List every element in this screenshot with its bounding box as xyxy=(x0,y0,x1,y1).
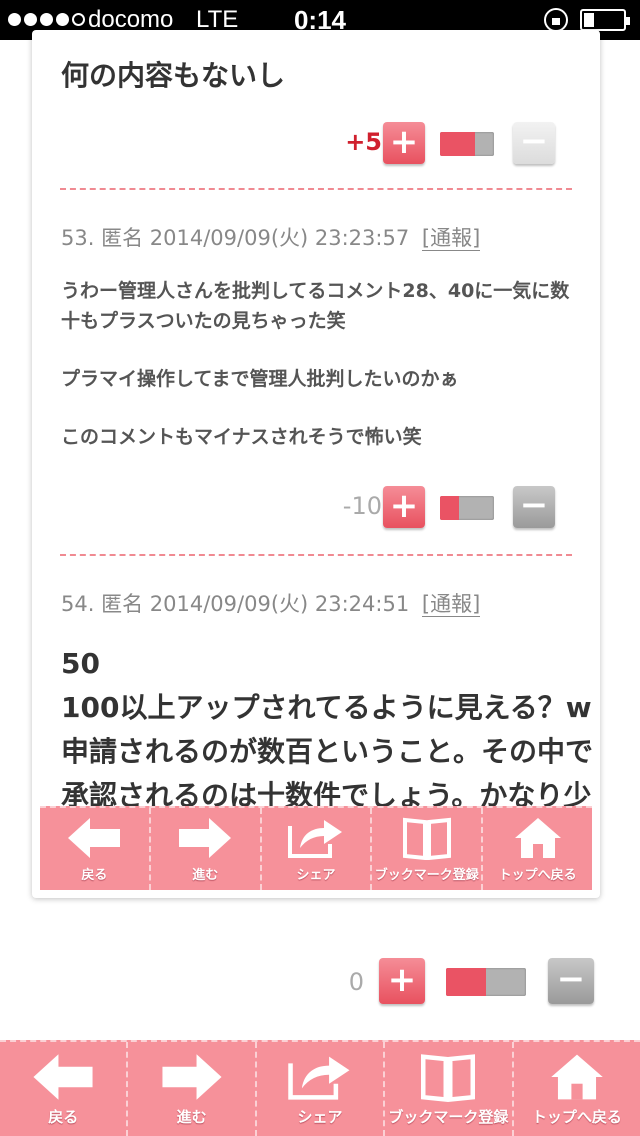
divider xyxy=(60,188,572,190)
minus-icon: − xyxy=(556,959,586,999)
ratio-positive xyxy=(440,132,476,156)
vote-row: -10 + − xyxy=(322,486,562,532)
battery-icon xyxy=(580,9,630,31)
comment-meta: 54. 匿名 2014/09/09(火) 23:24:51 [通報] xyxy=(32,588,481,618)
card-nav-toolbar: 戻る 進む シェア ブックマーク登録 トップへ戻る xyxy=(40,806,592,890)
comment-line: うわー管理人さんを批判してるコメント28、40に一気に数 xyxy=(61,280,570,302)
comment-datetime: 2014/09/09(火) 23:23:57 xyxy=(149,226,410,250)
nav-back-button[interactable]: 戻る xyxy=(0,1042,129,1136)
divider xyxy=(60,554,572,556)
plus-icon: + xyxy=(389,486,419,526)
ratio-positive xyxy=(446,968,486,996)
plus-button[interactable]: + xyxy=(383,122,425,164)
comment-line: 100以上アップされてるように見える？w xyxy=(61,691,592,724)
share-icon xyxy=(288,1056,350,1100)
vote-row: 0 + − xyxy=(330,958,600,1008)
comment-body: うわー管理人さんを批判してるコメント28、40に一気に数 十もプラスついたの見ち… xyxy=(32,276,600,452)
comment-body-previous: 何の内容もないし xyxy=(61,59,286,92)
nav-forward-button[interactable]: 進む xyxy=(128,1042,257,1136)
comment-line: 50 xyxy=(61,647,100,680)
nav-share-button[interactable]: シェア xyxy=(257,1042,386,1136)
nav-back-button[interactable]: 戻る xyxy=(40,808,151,890)
book-icon xyxy=(402,817,451,860)
vote-score: 0 xyxy=(348,968,364,996)
report-link[interactable]: [通報] xyxy=(421,226,481,251)
arrow-right-icon xyxy=(162,1054,222,1100)
plus-button[interactable]: + xyxy=(383,486,425,528)
plus-button[interactable]: + xyxy=(379,958,425,1004)
vote-ratio-bar xyxy=(440,132,494,156)
home-icon xyxy=(514,818,561,858)
nav-forward-button[interactable]: 進む xyxy=(151,808,262,890)
nav-top-button[interactable]: トップへ戻る xyxy=(483,808,592,890)
book-icon xyxy=(421,1054,476,1102)
vote-score: -10 xyxy=(342,492,382,520)
minus-button[interactable]: − xyxy=(548,958,594,1004)
nav-top-button[interactable]: トップへ戻る xyxy=(514,1042,640,1136)
comment-line: 十もプラスついたの見ちゃった笑 xyxy=(61,310,346,332)
minus-icon: − xyxy=(519,121,549,161)
comment-number: 53. xyxy=(61,226,95,250)
nav-bookmark-button[interactable]: ブックマーク登録 xyxy=(372,808,484,890)
bottom-nav-toolbar: 戻る 進む シェア ブックマーク登録 トップへ戻る xyxy=(0,1040,640,1136)
arrow-left-icon xyxy=(33,1054,93,1100)
comment-line: このコメントもマイナスされそうで怖い笑 xyxy=(61,426,422,448)
vote-row: +5 + − xyxy=(322,122,562,168)
comment-author: 匿名 xyxy=(101,226,144,250)
comment-line: 申請されるのが数百ということ。その中で xyxy=(61,735,594,768)
arrow-right-icon xyxy=(179,818,232,858)
comment-author: 匿名 xyxy=(101,592,144,616)
plus-icon: + xyxy=(387,960,417,1000)
comment-line: プラマイ操作してまで管理人批判したいのかぁ xyxy=(61,368,459,390)
minus-button[interactable]: − xyxy=(513,486,555,528)
nav-share-button[interactable]: シェア xyxy=(262,808,373,890)
comment-number: 54. xyxy=(61,592,95,616)
share-icon xyxy=(287,820,342,858)
nav-bookmark-button[interactable]: ブックマーク登録 xyxy=(385,1042,514,1136)
comment-body: 50 100以上アップされてるように見える？w 申請されるのが数百ということ。そ… xyxy=(32,642,600,818)
report-link[interactable]: [通報] xyxy=(421,592,481,617)
minus-button[interactable]: − xyxy=(513,122,555,164)
vote-score: +5 xyxy=(345,128,382,156)
minus-icon: − xyxy=(519,485,549,525)
vote-ratio-bar xyxy=(440,496,494,520)
plus-icon: + xyxy=(389,122,419,162)
rotation-lock-icon xyxy=(544,8,568,32)
vote-ratio-bar xyxy=(446,968,526,996)
comment-card: 何の内容もないし +5 + − 53. 匿名 2014/09/09(火) 23:… xyxy=(32,30,600,898)
comment-meta: 53. 匿名 2014/09/09(火) 23:23:57 [通報] xyxy=(32,222,481,252)
comment-datetime: 2014/09/09(火) 23:24:51 xyxy=(149,592,410,616)
ratio-positive xyxy=(440,496,459,520)
arrow-left-icon xyxy=(68,818,121,858)
home-icon xyxy=(551,1054,603,1100)
